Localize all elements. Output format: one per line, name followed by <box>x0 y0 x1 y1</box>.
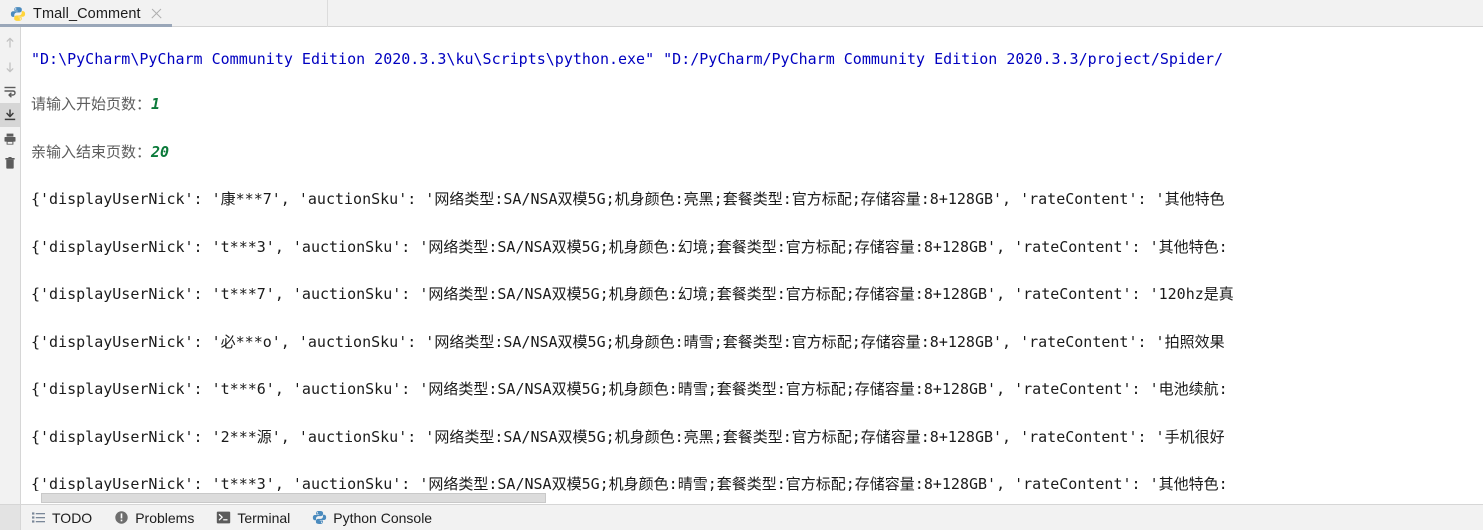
prompt-value-start-page: 1 <box>151 95 161 113</box>
console-line-prompt-start-page: 请输入开始页数：1 <box>31 81 1483 129</box>
tool-window-label-python-console: Python Console <box>333 509 433 526</box>
console-line-record: {'displayUserNick': '康***7', 'auctionSku… <box>31 176 1483 224</box>
prompt-label-end-page: 亲输入结束页数： <box>31 142 152 161</box>
tool-window-bar-corner <box>0 505 21 530</box>
tool-window-label-terminal: Terminal <box>237 509 291 526</box>
horizontal-scrollbar[interactable] <box>21 491 1483 504</box>
tool-window-button-problems[interactable]: Problems <box>104 505 206 530</box>
soft-wrap-icon[interactable] <box>0 79 21 103</box>
print-icon[interactable] <box>0 127 21 151</box>
record-text: {'displayUserNick': 't***3', 'auctionSku… <box>31 237 1228 256</box>
up-arrow-icon[interactable] <box>0 31 21 55</box>
tool-window-bar: TODO Problems Terminal Python Console <box>0 504 1483 530</box>
record-text: {'displayUserNick': '康***7', 'auctionSku… <box>31 190 1225 208</box>
scroll-to-end-icon[interactable] <box>0 103 21 127</box>
console-line-record: {'displayUserNick': 't***7', 'auctionSku… <box>31 271 1483 319</box>
prompt-label-start-page: 请输入开始页数： <box>31 95 152 113</box>
record-text: {'displayUserNick': 't***7', 'auctionSku… <box>31 285 1234 303</box>
run-tab-tmall-comment[interactable]: Tmall_Comment <box>0 0 172 27</box>
tool-window-button-todo[interactable]: TODO <box>21 505 104 530</box>
down-arrow-icon[interactable] <box>0 55 21 79</box>
python-file-icon <box>10 6 26 22</box>
tab-bar-empty-area <box>171 0 1483 27</box>
console-line-prompt-end-page: 亲输入结束页数：20 <box>31 129 1483 177</box>
command-line-text: "D:\PyCharm\PyCharm Community Edition 20… <box>31 50 1224 68</box>
run-tab-label: Tmall_Comment <box>33 5 141 22</box>
todo-list-icon <box>31 510 46 525</box>
record-text: {'displayUserNick': '必***o', 'auctionSku… <box>31 332 1225 351</box>
tool-window-label-problems: Problems <box>135 509 195 526</box>
record-text: {'displayUserNick': '2***源', 'auctionSku… <box>31 427 1225 446</box>
console-line-command: "D:\PyCharm\PyCharm Community Edition 20… <box>31 37 1483 81</box>
terminal-icon <box>216 510 231 525</box>
console-line-record: {'displayUserNick': 't***6', 'auctionSku… <box>31 366 1483 414</box>
tool-window-button-terminal[interactable]: Terminal <box>206 505 302 530</box>
python-console-icon <box>312 510 327 525</box>
problems-warning-icon <box>114 510 129 525</box>
run-window-body: "D:\PyCharm\PyCharm Community Edition 20… <box>0 27 1483 504</box>
console-scroll-area[interactable]: "D:\PyCharm\PyCharm Community Edition 20… <box>21 27 1483 504</box>
trash-icon[interactable] <box>0 151 21 175</box>
console-line-record: {'displayUserNick': '必***o', 'auctionSku… <box>31 319 1483 367</box>
tab-bar-divider <box>327 0 328 27</box>
console-line-record: {'displayUserNick': '2***源', 'auctionSku… <box>31 414 1483 462</box>
pycharm-run-window: Tmall_Comment "D:\PyCharm\PyCharm Commun… <box>0 0 1483 530</box>
record-text: {'displayUserNick': 't***6', 'auctionSku… <box>31 380 1228 398</box>
close-icon[interactable] <box>150 7 163 20</box>
prompt-value-end-page: 20 <box>151 142 170 161</box>
run-tab-bar: Tmall_Comment <box>0 0 1483 27</box>
tool-window-button-python-console[interactable]: Python Console <box>302 505 444 530</box>
horizontal-scrollbar-thumb[interactable] <box>41 493 546 503</box>
run-toolbar <box>0 27 21 504</box>
tool-window-label-todo: TODO <box>52 509 93 526</box>
console-output[interactable]: "D:\PyCharm\PyCharm Community Edition 20… <box>21 27 1483 504</box>
console-line-record: {'displayUserNick': 't***3', 'auctionSku… <box>31 224 1483 272</box>
